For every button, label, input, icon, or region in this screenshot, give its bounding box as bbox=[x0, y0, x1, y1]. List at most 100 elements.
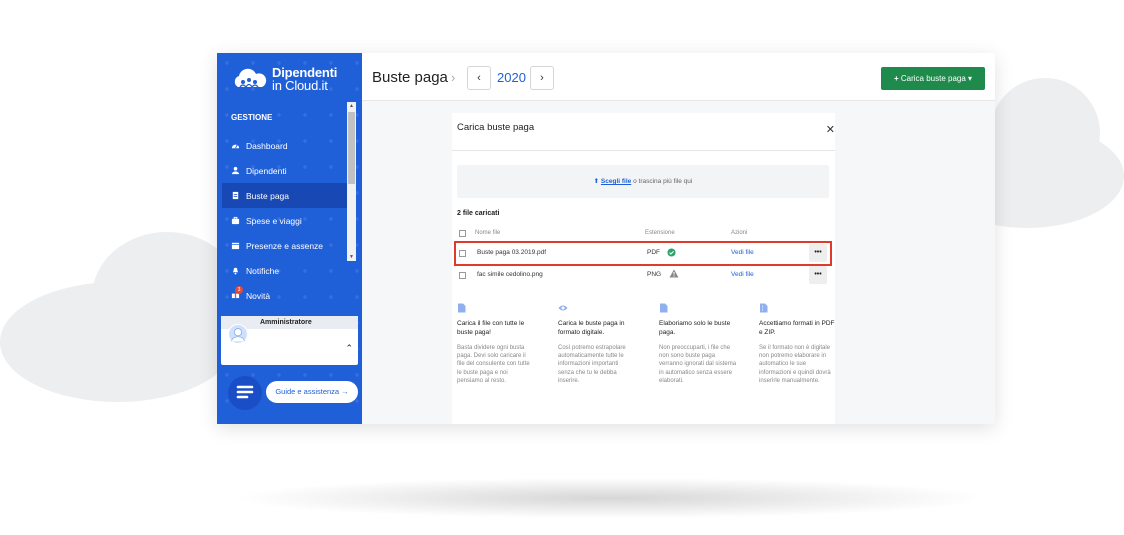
stage: Dipendenti in Cloud.it GESTIONE Dashboar… bbox=[0, 0, 1124, 535]
users-icon bbox=[231, 166, 240, 175]
sidebar-item-novita[interactable]: 3 Novità bbox=[222, 283, 347, 308]
document-icon bbox=[458, 303, 466, 313]
dropzone-text: o trascina più file qui bbox=[631, 178, 693, 185]
admin-card[interactable]: Amministratore ⌃ bbox=[221, 316, 358, 365]
app-window: Dipendenti in Cloud.it GESTIONE Dashboar… bbox=[217, 53, 995, 424]
novita-badge-wrap: 3 bbox=[231, 286, 243, 301]
tip-title: Carica le buste paga in formato digitale… bbox=[558, 320, 625, 336]
modal-divider bbox=[452, 150, 835, 151]
dashboard-icon bbox=[231, 144, 240, 149]
tip-card: Accettiamo formati in PDF e ZIP. Se il f… bbox=[759, 303, 837, 385]
chat-lines-icon bbox=[236, 385, 254, 399]
sidebar-section-title: GESTIONE bbox=[231, 113, 273, 122]
view-file-link[interactable]: Vedi file bbox=[731, 249, 754, 256]
row-checkbox[interactable] bbox=[459, 272, 466, 279]
sidebar-item-label: Dipendenti bbox=[246, 165, 287, 176]
modal-title: Carica buste paga bbox=[457, 122, 535, 133]
page-title: Buste paga bbox=[372, 69, 448, 86]
bg-cloud-right-top bbox=[990, 78, 1100, 188]
sidebar-nav: Dashboard Dipendenti Buste paga Spese e … bbox=[222, 133, 347, 308]
year-label: 2020 bbox=[497, 70, 526, 85]
avatar bbox=[228, 324, 248, 344]
bell-icon bbox=[232, 267, 239, 275]
file-extension: PDF bbox=[647, 249, 660, 256]
sidebar-item-label: Presenze e assenze bbox=[246, 240, 324, 251]
sidebar-item-label: Novità bbox=[246, 290, 271, 301]
check-circle-icon bbox=[667, 248, 676, 257]
logo-line2: in Cloud.it bbox=[272, 78, 328, 93]
upload-button-label: Carica buste paga bbox=[900, 74, 966, 83]
main-area: Buste paga › ‹ 2020 › + Carica buste pag… bbox=[362, 53, 995, 424]
sidebar-item-label: Dashboard bbox=[246, 140, 288, 151]
column-extension: Estensione bbox=[645, 230, 675, 236]
sidebar-item-notifiche[interactable]: Notifiche bbox=[222, 258, 347, 283]
cloud-logo-icon bbox=[234, 68, 267, 88]
sidebar-scrollbar[interactable]: ▲ ▼ bbox=[347, 102, 356, 261]
choose-file-link[interactable]: Scegli file bbox=[601, 178, 631, 185]
user-avatar-icon bbox=[231, 328, 245, 342]
sidebar-item-presenze-assenze[interactable]: Presenze e assenze bbox=[222, 233, 347, 258]
tip-title: Accettiamo formati in PDF e ZIP. bbox=[759, 320, 835, 336]
scrollbar-thumb[interactable] bbox=[348, 112, 355, 184]
chat-button[interactable] bbox=[228, 376, 262, 410]
upload-icon: ⬆ bbox=[593, 178, 600, 185]
file-name: fac simile cedolino.png bbox=[477, 271, 543, 278]
chevron-left-icon: ‹ bbox=[477, 72, 481, 84]
tip-body: Se il formato non è digitale non potremo… bbox=[759, 345, 831, 384]
select-all-checkbox[interactable] bbox=[459, 230, 466, 237]
sidebar-item-spese-viaggi[interactable]: Spese e viaggi bbox=[222, 208, 347, 233]
view-file-link[interactable]: Vedi file bbox=[731, 271, 754, 278]
tip-body: Basta dividere ogni busta paga. Devi sol… bbox=[457, 345, 530, 384]
sidebar-item-label: Notifiche bbox=[246, 265, 280, 276]
sidebar-item-label: Buste paga bbox=[246, 190, 290, 201]
tip-body: Non preoccuparti, i file che non sono bu… bbox=[659, 345, 737, 384]
document-icon bbox=[232, 191, 239, 200]
more-options-button[interactable]: ••• bbox=[809, 266, 827, 284]
column-name: Nome file bbox=[475, 230, 501, 236]
breadcrumb-chevron-icon: › bbox=[451, 70, 456, 85]
eye-icon bbox=[558, 305, 568, 311]
logo[interactable]: Dipendenti in Cloud.it bbox=[230, 66, 337, 92]
close-icon[interactable]: ✕ bbox=[826, 123, 835, 136]
more-dots-icon: ••• bbox=[814, 249, 822, 256]
briefcase-icon bbox=[231, 216, 240, 225]
table-row[interactable]: Buste paga 03.2019.pdf PDF Vedi file ••• bbox=[454, 241, 832, 266]
sidebar-item-dashboard[interactable]: Dashboard bbox=[222, 133, 347, 158]
plus-icon: + bbox=[893, 74, 899, 83]
file-zip-icon bbox=[760, 303, 768, 313]
chevron-up-icon[interactable]: ⌃ bbox=[345, 343, 353, 354]
guide-assistance-button[interactable]: Guide e assistenza → bbox=[266, 381, 358, 403]
sidebar-item-dipendenti[interactable]: Dipendenti bbox=[222, 158, 347, 183]
topbar: Buste paga › ‹ 2020 › + Carica buste pag… bbox=[362, 53, 995, 101]
chevron-right-icon: › bbox=[540, 72, 544, 84]
chevron-down-icon: ▾ bbox=[968, 74, 973, 83]
sidebar: Dipendenti in Cloud.it GESTIONE Dashboar… bbox=[217, 53, 362, 424]
tip-card: Carica le buste paga in formato digitale… bbox=[558, 303, 636, 385]
logo-text: Dipendenti in Cloud.it bbox=[272, 66, 337, 92]
files-count: 2 file caricati bbox=[457, 210, 500, 217]
tip-title: Carica il file con tutte le buste paga! bbox=[457, 320, 525, 336]
tip-title: Elaboriamo solo le buste paga. bbox=[659, 320, 731, 336]
calendar-icon bbox=[231, 242, 240, 250]
tip-card: Carica il file con tutte le buste paga! … bbox=[457, 303, 535, 385]
sidebar-item-buste-paga[interactable]: Buste paga bbox=[222, 183, 347, 208]
notification-count-badge: 3 bbox=[235, 286, 243, 294]
warning-triangle-icon bbox=[669, 269, 679, 278]
upload-payslips-button[interactable]: + Carica buste paga ▾ bbox=[881, 67, 985, 90]
row-checkbox[interactable] bbox=[459, 250, 466, 257]
more-options-button[interactable]: ••• bbox=[809, 244, 827, 262]
file-name: Buste paga 03.2019.pdf bbox=[477, 249, 547, 256]
prev-year-button[interactable]: ‹ bbox=[467, 66, 491, 90]
content-area: Carica buste paga ✕ ⬆ Scegli file o tras… bbox=[362, 101, 995, 424]
document-icon bbox=[660, 303, 668, 313]
scroll-up-arrow-icon[interactable]: ▲ bbox=[347, 102, 356, 110]
tip-body: Così potremo estrapolare automaticamente… bbox=[558, 345, 626, 384]
file-dropzone[interactable]: ⬆ Scegli file o trascina più file qui bbox=[457, 165, 829, 198]
next-year-button[interactable]: › bbox=[530, 66, 554, 90]
tip-card: Elaboriamo solo le buste paga. Non preoc… bbox=[659, 303, 737, 385]
scroll-down-arrow-icon[interactable]: ▼ bbox=[347, 253, 356, 261]
sidebar-item-label: Spese e viaggi bbox=[246, 215, 302, 226]
table-row[interactable]: fac simile cedolino.png PNG Vedi file ••… bbox=[457, 266, 829, 285]
window-shadow bbox=[240, 478, 980, 518]
file-extension: PNG bbox=[647, 271, 662, 278]
